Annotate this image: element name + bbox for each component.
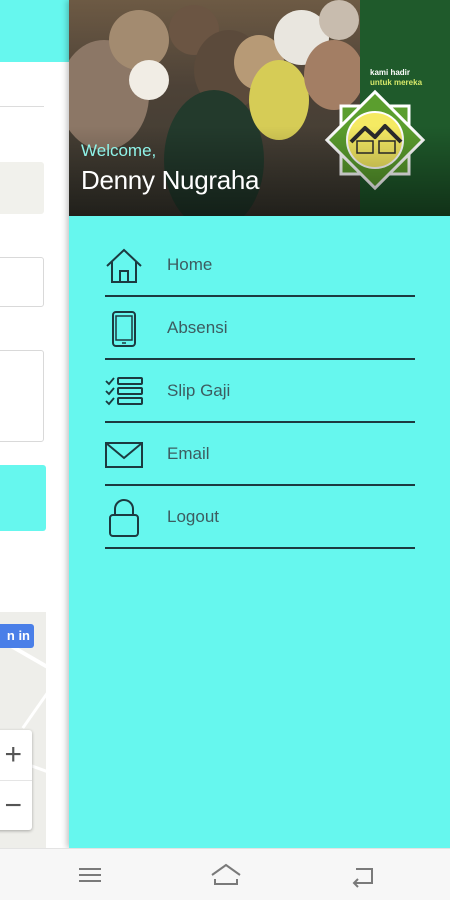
welcome-label: Welcome, [81, 141, 157, 160]
user-name: Denny Nugraha [81, 165, 260, 195]
home-icon [106, 248, 142, 283]
navigation-drawer: kami hadir untuk mereka Welcome, Denny N… [69, 0, 450, 848]
app-screen: n in + − kami hadir untuk mereka Welcome… [0, 0, 450, 900]
menu-item-label: Slip Gaji [167, 381, 231, 400]
menu-item-label: Absensi [167, 318, 228, 337]
background-textarea[interactable] [0, 350, 44, 442]
lock-icon [109, 499, 139, 537]
envelope-icon [105, 442, 143, 468]
back-icon[interactable] [348, 861, 378, 889]
menu-item-email[interactable]: Email [105, 423, 415, 486]
background-signin-button[interactable]: n in [0, 624, 34, 648]
menu-icon[interactable] [75, 861, 105, 889]
phone-icon [112, 311, 136, 347]
menu-item-slip-gaji[interactable]: Slip Gaji [105, 360, 415, 423]
menu-item-logout[interactable]: Logout [105, 486, 415, 549]
map-zoom-control: + − [0, 730, 32, 830]
menu-item-absensi[interactable]: Absensi [105, 297, 415, 360]
background-input-field[interactable] [0, 257, 44, 307]
checklist-icon [105, 377, 143, 406]
zoom-in-button[interactable]: + [0, 730, 32, 780]
banner-line-1: kami hadir [370, 68, 411, 77]
background-readonly-field [0, 162, 44, 214]
background-submit-button[interactable] [0, 465, 46, 531]
menu-item-home[interactable]: Home [105, 234, 415, 297]
home-icon[interactable] [210, 861, 242, 889]
zoom-out-button[interactable]: − [0, 780, 32, 830]
drawer-header: kami hadir untuk mereka Welcome, Denny N… [69, 0, 450, 216]
system-navigation-bar [0, 848, 450, 900]
menu-item-label: Email [167, 444, 210, 463]
background-divider [0, 106, 44, 107]
drawer-menu: Home Absensi Slip Gaji Email Logout [105, 234, 415, 549]
menu-item-label: Home [167, 255, 213, 274]
menu-item-label: Logout [167, 507, 219, 526]
